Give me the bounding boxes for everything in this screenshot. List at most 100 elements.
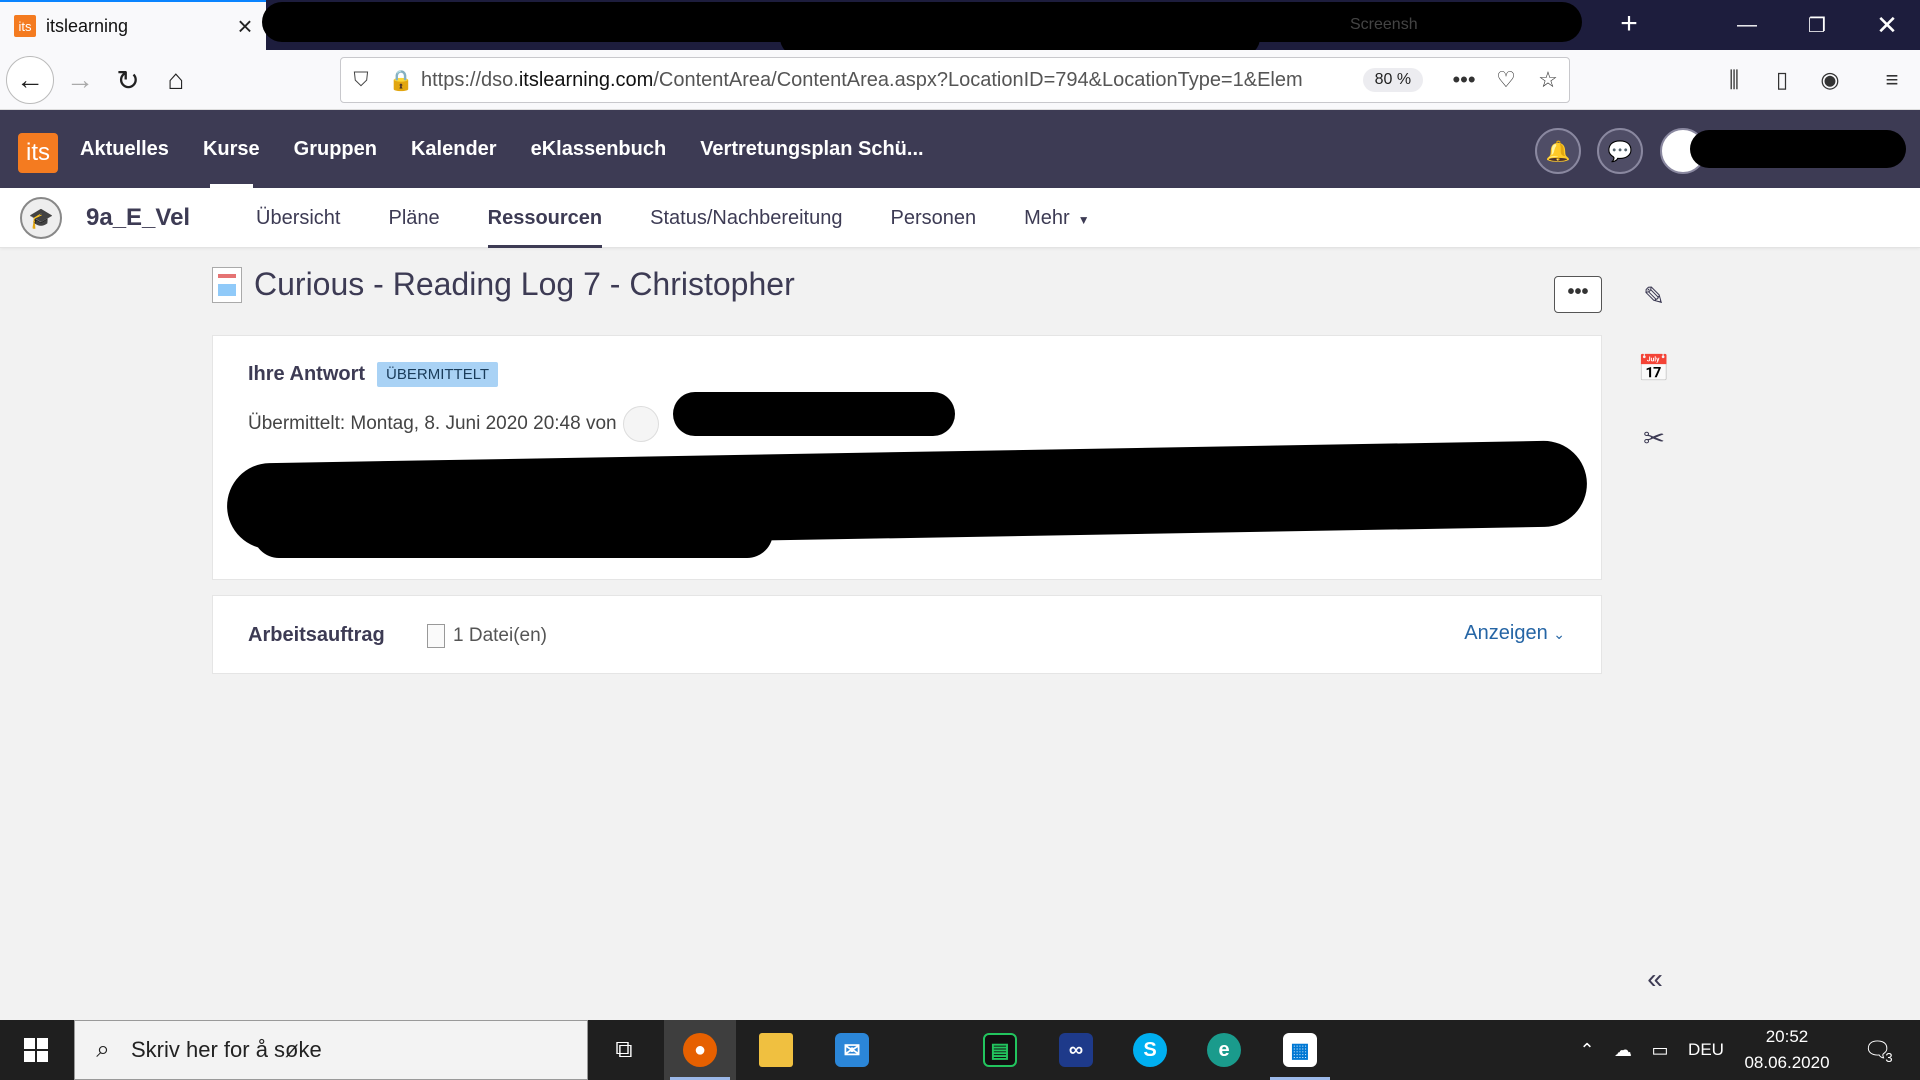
- url-prefix: https://dso.: [420, 68, 519, 91]
- action-center-icon[interactable]: 🗨 3: [1854, 1020, 1902, 1080]
- show-task-link[interactable]: Anzeigen ⌄: [1464, 622, 1565, 645]
- minimize-window-button[interactable]: —: [1712, 0, 1782, 50]
- library-icon[interactable]: ⫼: [1714, 62, 1754, 98]
- reload-button[interactable]: ↻: [104, 56, 152, 104]
- taskbar-search[interactable]: ⌕ Skriv her for å søke: [74, 1020, 588, 1080]
- tab-ressourcen[interactable]: Ressourcen: [464, 188, 627, 248]
- taskbar-edge[interactable]: e: [1188, 1020, 1260, 1080]
- new-tab-button[interactable]: +: [1612, 6, 1646, 42]
- show-hidden-icons[interactable]: ⌃: [1572, 1020, 1602, 1080]
- taskbar-app-green[interactable]: ▤: [964, 1020, 1036, 1080]
- skype-icon: S: [1133, 1033, 1167, 1067]
- browser-nav-bar: ← → ↻ ⌂ ⛉ 🔒 https://dso.itslearning.com/…: [0, 50, 1920, 110]
- page-title: Curious - Reading Log 7 - Christopher: [254, 266, 795, 302]
- itslearning-header: its Aktuelles Kurse Gruppen Kalender eKl…: [0, 110, 1920, 188]
- taskbar-file-explorer[interactable]: [740, 1020, 812, 1080]
- url-domain: itslearning.com: [518, 68, 654, 91]
- course-tabs: Übersicht Pläne Ressourcen Status/Nachbe…: [232, 188, 1114, 248]
- graduation-cap-icon[interactable]: 🎓: [20, 197, 62, 239]
- taskbar-clock[interactable]: 20:52 08.06.2020: [1732, 1024, 1842, 1076]
- clock-date: 08.06.2020: [1744, 1053, 1830, 1072]
- submitted-text: Übermittelt: Montag, 8. Juni 2020 20:48 …: [248, 413, 617, 434]
- course-name[interactable]: 9a_E_Vel: [86, 188, 190, 248]
- tab-uebersicht[interactable]: Übersicht: [232, 188, 364, 248]
- document-icon: [212, 266, 242, 303]
- collapse-panel-icon[interactable]: «: [1640, 964, 1670, 994]
- windows-logo-icon: [24, 1038, 48, 1062]
- shield-icon[interactable]: ⛉: [341, 69, 381, 92]
- task-heading: Arbeitsauftrag: [248, 624, 385, 646]
- taskbar-skype[interactable]: S: [1114, 1020, 1186, 1080]
- nav-item-aktuelles[interactable]: Aktuelles: [63, 110, 186, 188]
- taskbar-mail[interactable]: ✉: [816, 1020, 888, 1080]
- battery-icon[interactable]: ▭: [1642, 1020, 1678, 1080]
- bookmark-star-icon[interactable]: ☆: [1527, 67, 1569, 93]
- redaction-mark: [1690, 130, 1906, 168]
- restore-window-button[interactable]: ❐: [1782, 0, 1852, 50]
- tab-mehr[interactable]: Mehr ▼: [1000, 188, 1113, 248]
- file-icon: [427, 624, 445, 648]
- nav-item-kurse[interactable]: Kurse: [186, 110, 277, 188]
- browser-tab-itslearning[interactable]: its itslearning ×: [0, 0, 266, 50]
- answer-header: Ihre Antwort ÜBERMITTELT: [248, 362, 499, 387]
- nav-item-gruppen[interactable]: Gruppen: [277, 110, 394, 188]
- tab-personen[interactable]: Personen: [866, 188, 1000, 248]
- task-card: Arbeitsauftrag 1 Datei(en) Anzeigen ⌄: [212, 595, 1602, 674]
- tab-mehr-label: Mehr: [1024, 207, 1070, 229]
- nav-item-eklassenbuch[interactable]: eKlassenbuch: [514, 110, 684, 188]
- sidebar-toggle-icon[interactable]: ▯: [1762, 62, 1802, 98]
- page-title-row: Curious - Reading Log 7 - Christopher: [212, 266, 795, 303]
- pocket-icon[interactable]: ♡: [1485, 67, 1527, 93]
- redaction-mark: [253, 506, 773, 558]
- messages-icon[interactable]: 💬: [1597, 128, 1643, 174]
- edit-pencil-icon[interactable]: ✎: [1636, 278, 1672, 314]
- file-count-text: 1 Datei(en): [453, 625, 547, 646]
- edge-icon: e: [1207, 1033, 1241, 1067]
- onedrive-icon[interactable]: ☁: [1606, 1020, 1640, 1080]
- clock-time: 20:52: [1765, 1027, 1809, 1046]
- itslearning-logo[interactable]: its: [18, 133, 58, 173]
- task-view-button[interactable]: ⧉: [588, 1020, 660, 1080]
- file-count: 1 Datei(en): [427, 624, 547, 648]
- input-language[interactable]: DEU: [1682, 1020, 1730, 1080]
- tools-icon[interactable]: ✂: [1636, 420, 1672, 456]
- forward-button[interactable]: →: [56, 56, 104, 104]
- redaction-mark: [673, 392, 955, 436]
- calendar-icon[interactable]: 📅: [1636, 350, 1672, 386]
- start-button[interactable]: [0, 1020, 72, 1080]
- main-nav: Aktuelles Kurse Gruppen Kalender eKlasse…: [63, 110, 941, 188]
- browser-tab-screenshot[interactable]: Screensh: [1350, 0, 1580, 50]
- zoom-level-badge[interactable]: 80 %: [1362, 68, 1424, 92]
- lock-icon[interactable]: 🔒: [381, 68, 421, 93]
- chevron-down-icon: ⌄: [1553, 626, 1565, 642]
- taskbar-firefox[interactable]: ●: [664, 1020, 736, 1080]
- nav-item-kalender[interactable]: Kalender: [394, 110, 514, 188]
- tab-plaene[interactable]: Pläne: [364, 188, 463, 248]
- taskbar-app-blue[interactable]: ∞: [1040, 1020, 1112, 1080]
- firefox-icon: ●: [683, 1033, 717, 1067]
- answer-card: Ihre Antwort ÜBERMITTELT Übermittelt: Mo…: [212, 335, 1602, 580]
- itslearning-favicon-icon: its: [14, 15, 36, 37]
- close-tab-icon[interactable]: ×: [230, 13, 260, 39]
- caret-down-icon: ▼: [1077, 213, 1090, 227]
- taskbar-store[interactable]: ▦: [1264, 1020, 1336, 1080]
- page-actions-icon[interactable]: •••: [1443, 67, 1485, 93]
- close-window-button[interactable]: ✕: [1852, 0, 1920, 50]
- browser-tab-strip: its itslearning × Screensh + — ❐ ✕: [0, 0, 1920, 56]
- notifications-bell-icon[interactable]: 🔔: [1535, 128, 1581, 174]
- home-button[interactable]: ⌂: [152, 56, 200, 104]
- back-button[interactable]: ←: [6, 56, 54, 104]
- windows-taskbar: ⌕ Skriv her for å søke ⧉ ● ✉ ▤ ∞ S e ▦ ⌃…: [0, 1020, 1920, 1080]
- submitter-avatar: [622, 406, 659, 442]
- infinity-app-icon: ∞: [1059, 1033, 1093, 1067]
- url-text[interactable]: https://dso.itslearning.com/ContentArea/…: [421, 69, 1351, 92]
- address-bar[interactable]: ⛉ 🔒 https://dso.itslearning.com/ContentA…: [340, 57, 1570, 103]
- mail-icon: ✉: [835, 1033, 869, 1067]
- account-icon[interactable]: ◉: [1810, 62, 1850, 98]
- tab-status-nachbereitung[interactable]: Status/Nachbereitung: [626, 188, 866, 248]
- menu-icon[interactable]: ≡: [1872, 62, 1912, 98]
- browser-tab-title: itslearning: [46, 15, 129, 36]
- answer-heading: Ihre Antwort: [248, 363, 366, 385]
- nav-item-vertretungsplan[interactable]: Vertretungsplan Schü...: [683, 110, 940, 188]
- more-options-button[interactable]: •••: [1554, 276, 1602, 313]
